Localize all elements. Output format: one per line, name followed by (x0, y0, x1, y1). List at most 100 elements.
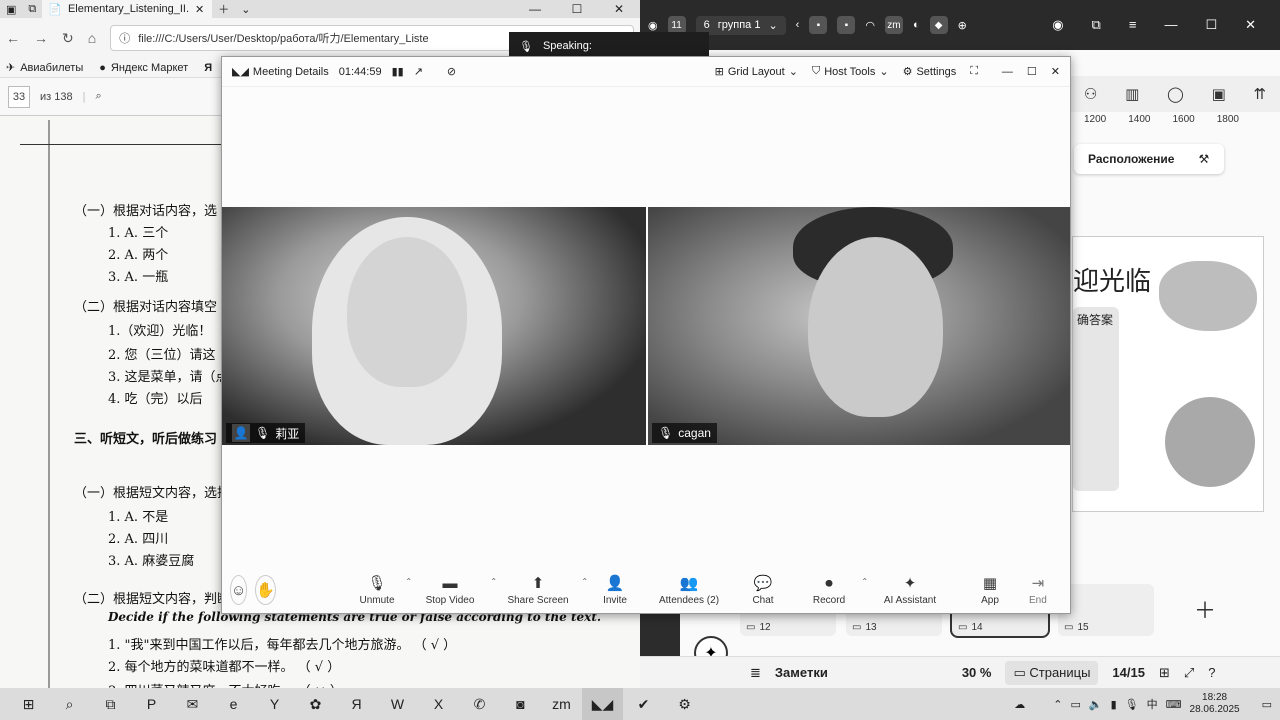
chevron-up-icon[interactable]: ⌃ (405, 577, 412, 586)
chevron-up-icon[interactable]: ⌃ (1053, 698, 1062, 711)
participant-video-tile[interactable]: 👤 🎙 莉亚 (222, 207, 646, 445)
mic-icon[interactable]: 🎙 (1125, 698, 1139, 711)
publisher-icon[interactable]: P (131, 688, 172, 720)
host-tools-button[interactable]: ⛉ Host Tools ⌄ (812, 65, 889, 78)
raise-hand-button[interactable]: ✋ (255, 575, 277, 605)
search-icon[interactable]: ⌕ (95, 90, 101, 103)
participant-video-tile[interactable]: 🎙 cagan (648, 207, 1070, 445)
bookmark-market[interactable]: ● Яндекс Маркет (99, 62, 188, 74)
close-button[interactable]: ✕ (1245, 17, 1256, 33)
chevron-up-icon[interactable]: ⌃ (581, 577, 588, 586)
cloud-icon[interactable]: ☁ (1014, 698, 1025, 711)
tab-icon-b[interactable]: ▪ (837, 16, 856, 34)
present-icon[interactable]: ▣ (1212, 85, 1226, 103)
menu-icon[interactable]: ≡ (1129, 17, 1137, 33)
tab-menu-chevron-icon[interactable]: ⌄ (235, 0, 256, 18)
minimize-button[interactable]: — (514, 2, 556, 16)
slide-thumbnail[interactable]: ▭ 15 (1058, 584, 1154, 636)
unmute-button[interactable]: 🎙 Unmute ⌃ (352, 575, 413, 606)
mail-icon[interactable]: ✉ (172, 688, 213, 720)
new-tab-icon[interactable]: ⊕ (958, 19, 967, 32)
bookmark-flights[interactable]: ✈ Авиабилеты (6, 61, 83, 75)
stop-video-button[interactable]: ▬ Stop Video ⌃ (413, 575, 497, 606)
grid-view-icon[interactable]: ⊞ (1159, 665, 1170, 681)
language-indicator[interactable]: 中 (1147, 696, 1158, 712)
notes-button[interactable]: Заметки (775, 665, 828, 680)
tab-icon-a[interactable]: ▪ (809, 16, 828, 34)
help-icon[interactable]: ? (1208, 665, 1215, 680)
profile-icon[interactable]: ◉ (648, 19, 658, 32)
start-windows-icon[interactable]: ⊞ (8, 688, 49, 720)
grid-layout-button[interactable]: ⊞ Grid Layout ⌄ (715, 65, 798, 79)
settings-gear-icon[interactable]: ⚙ (664, 688, 705, 720)
chat-button[interactable]: 💬 Chat (737, 575, 789, 606)
bookmark-yandex[interactable]: Я (204, 62, 212, 74)
signal-icon[interactable]: ▮▮ (392, 65, 404, 78)
network-icon[interactable]: ▭ (1071, 698, 1081, 711)
word-icon[interactable]: W (377, 688, 418, 720)
slide-canvas[interactable]: 迎光临 确答案 (1072, 236, 1264, 512)
app-icon[interactable]: ✿ (295, 688, 336, 720)
reactions-button[interactable]: ☺ (230, 575, 248, 605)
share-out-icon[interactable]: ↗ (414, 65, 423, 78)
tab-list-icon[interactable]: ▣ (0, 0, 22, 18)
battery-icon[interactable]: ▮ (1111, 698, 1117, 711)
fullscreen-icon[interactable]: ⤢ (1184, 665, 1194, 681)
maximize-button[interactable]: ☐ (1205, 17, 1217, 33)
tab-icon-active[interactable]: ◆ (929, 16, 948, 34)
notification-icon[interactable]: ▭ (1262, 698, 1272, 711)
share-screen-button[interactable]: ⬆ Share Screen ⌃ (498, 575, 588, 606)
tab-group[interactable]: 6 группа 1 ⌄ (695, 15, 786, 35)
fullscreen-icon[interactable]: ⛶ (970, 65, 978, 78)
zoom-level[interactable]: 30 % (962, 665, 992, 680)
back-icon[interactable]: ‹ (796, 19, 800, 31)
add-slide-button[interactable]: ＋ (1188, 592, 1222, 626)
settings-button[interactable]: ⚙ Settings (903, 65, 957, 79)
zoom-workplace-icon[interactable]: ◣◢ (582, 688, 623, 720)
extension-icon[interactable]: ◉ (1052, 17, 1063, 33)
tab-icon-c[interactable]: ◠ (865, 19, 875, 32)
tab-icon-d[interactable]: ◐ (913, 19, 920, 31)
tab-icon-zoom[interactable]: zm (884, 16, 903, 34)
home-icon[interactable]: ⌂ (88, 30, 96, 46)
maximize-button[interactable]: ☐ (556, 2, 598, 16)
yandex-browser-icon[interactable]: Я (336, 688, 377, 720)
back-icon[interactable]: ← (6, 30, 20, 46)
page-number-input[interactable]: 33 (8, 85, 30, 108)
ime-icon[interactable]: ⌨ (1166, 698, 1182, 711)
whatsapp-icon[interactable]: ✆ (459, 688, 500, 720)
excel-icon[interactable]: X (418, 688, 459, 720)
attendees-2-button[interactable]: 👥 Attendees (2) (652, 575, 726, 606)
close-button[interactable]: ✕ (598, 2, 640, 16)
layout-button[interactable]: Расположение ⚒ (1074, 144, 1224, 174)
invite-button[interactable]: 👤 Invite (589, 575, 641, 606)
yandex-icon[interactable]: Y (254, 688, 295, 720)
minimize-button[interactable]: — (1164, 17, 1177, 33)
browser-tab-active[interactable]: 📄 Elementary_Listening_II. ✕ (42, 0, 213, 18)
volume-icon[interactable]: 🔈 (1089, 698, 1103, 711)
record-button[interactable]: ⏺ Record ⌃ (800, 575, 868, 606)
new-tab-button[interactable]: ＋ (212, 0, 235, 18)
collections-icon[interactable]: ⧉ (1092, 17, 1101, 33)
comment-icon[interactable]: ◯ (1167, 85, 1184, 103)
people-add-icon[interactable]: ⚇ (1084, 85, 1097, 103)
close-tab-icon[interactable]: ✕ (195, 3, 204, 16)
search-icon[interactable]: ⌕ (49, 688, 90, 720)
video-off-icon[interactable]: ⊘ (447, 65, 456, 78)
maximize-button[interactable]: ☐ (1027, 65, 1037, 78)
pages-button[interactable]: ▭ Страницы (1005, 660, 1099, 685)
close-button[interactable]: ✕ (1051, 65, 1060, 78)
chevron-up-icon[interactable]: ⌃ (861, 577, 868, 586)
collapse-icon[interactable]: ⇈ (1254, 85, 1267, 103)
clock[interactable]: 18:28 28.06.2025 (1190, 692, 1240, 716)
tab-strip-icon[interactable]: ⧉ (22, 0, 42, 18)
paint-roller-icon[interactable]: ⚒ (1198, 152, 1209, 166)
chevron-up-icon[interactable]: ⌃ (490, 577, 497, 586)
camera-icon[interactable]: ◙ (500, 688, 541, 720)
zoom-icon[interactable]: zm (541, 688, 582, 720)
app-check-icon[interactable]: ✔ (623, 688, 664, 720)
edge-icon[interactable]: e (213, 688, 254, 720)
task-view-icon[interactable]: ⧉ (90, 688, 131, 720)
end-button[interactable]: ⇥ End (1029, 575, 1047, 606)
meeting-details-button[interactable]: ◣◢ Meeting Details (232, 65, 329, 79)
